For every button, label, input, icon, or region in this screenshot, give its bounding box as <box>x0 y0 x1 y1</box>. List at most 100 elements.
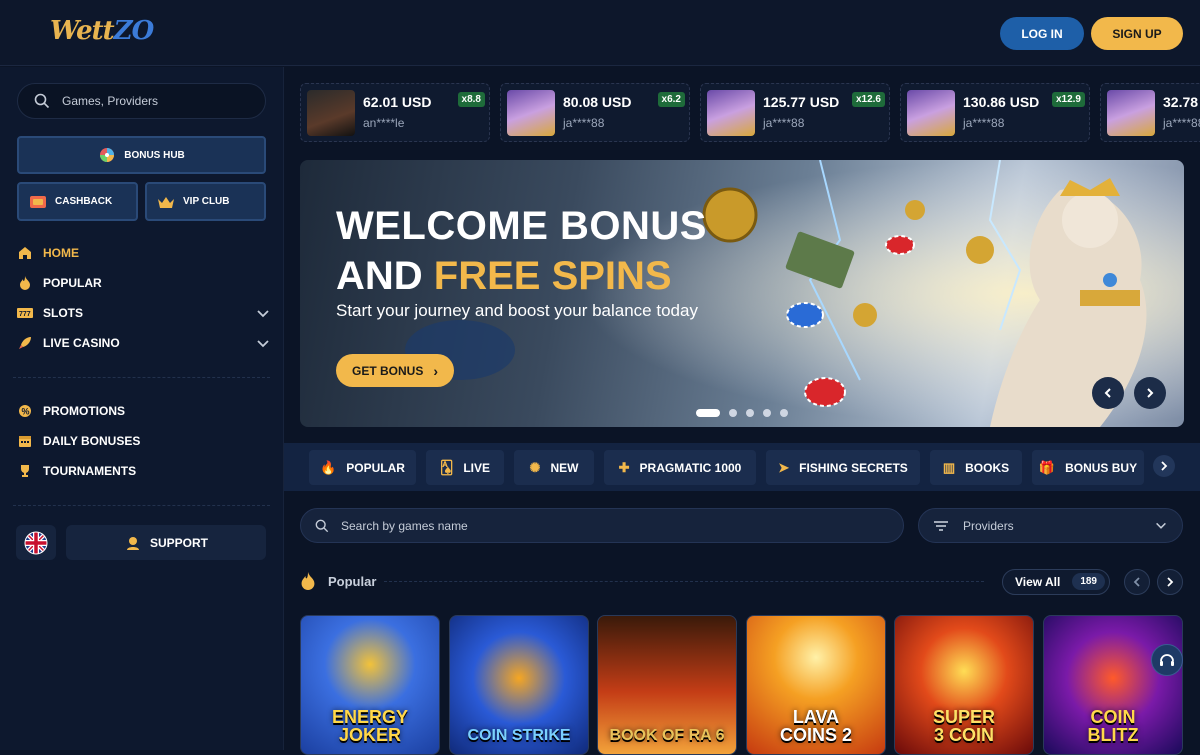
tab-bonus-buy[interactable]: 🎁 BONUS BUY <box>1032 450 1144 485</box>
hero-banner[interactable]: WELCOME BONUS AND FREE SPINS Start your … <box>300 160 1184 427</box>
win-card[interactable]: 125.77 USD ja****88 x12.6 <box>700 83 890 142</box>
win-card[interactable]: 130.86 USD ja****88 x12.9 <box>900 83 1090 142</box>
carousel-prev-button[interactable] <box>1092 377 1124 409</box>
sidebar-item-live-casino[interactable]: LIVE CASINO <box>17 332 120 354</box>
category-bar: 🔥 POPULAR 🂡 LIVE ✺ NEW ✚ PRAGMATIC 1000 ➤ FIS… <box>284 443 1200 491</box>
sidebar-divider <box>13 377 270 378</box>
carousel-dot[interactable] <box>780 409 788 417</box>
win-amount: 32.78 <box>1163 94 1199 110</box>
recent-wins-ticker: 62.01 USD an****le x8.8 80.08 USD ja****… <box>300 83 1200 143</box>
game-tile[interactable]: COIN BLITZ <box>1043 615 1183 755</box>
sidebar-item-home[interactable]: HOME <box>17 242 79 264</box>
slots-icon: 777 <box>17 305 33 321</box>
win-user: an****le <box>363 116 405 130</box>
game-tile[interactable]: LAVA COINS 2 <box>746 615 886 755</box>
sidebar-item-label: TOURNAMENTS <box>43 464 137 478</box>
tab-label: BONUS BUY <box>1065 460 1138 475</box>
cards-icon: 🂡 <box>440 459 454 475</box>
support-button[interactable]: SUPPORT <box>66 525 266 560</box>
win-user: ja****88 <box>963 116 1005 130</box>
search-icon <box>315 519 329 532</box>
sidebar-item-daily-bonuses[interactable]: DAILY BONUSES <box>17 430 140 452</box>
carousel-dot[interactable] <box>696 409 720 417</box>
game-thumbnail <box>1107 90 1155 136</box>
carousel-dot[interactable] <box>746 409 754 417</box>
win-multiplier: x6.2 <box>657 92 685 107</box>
filter-icon <box>934 520 948 531</box>
game-thumbnail <box>707 90 755 136</box>
chevron-down-icon[interactable] <box>255 306 271 322</box>
headset-icon <box>1160 654 1174 666</box>
cashback-label: CASHBACK <box>55 196 113 207</box>
bonus-hub-label: BONUS HUB <box>124 149 185 161</box>
top-bar: WettZO LOG IN SIGN UP <box>0 0 1200 66</box>
bonus-hub-button[interactable]: BONUS HUB <box>17 136 266 174</box>
support-agent-icon <box>124 534 142 552</box>
logo-main-text: Wett <box>50 16 115 46</box>
carousel-next-button[interactable] <box>1134 377 1166 409</box>
tab-live[interactable]: 🂡 LIVE <box>426 450 504 485</box>
crown-icon <box>157 193 175 211</box>
sidebar-item-tournaments[interactable]: TOURNAMENTS <box>17 460 136 482</box>
sidebar-item-slots[interactable]: 777 SLOTS <box>17 302 83 324</box>
tab-popular[interactable]: 🔥 POPULAR <box>309 450 416 485</box>
logo-accent-text: ZO <box>113 16 155 46</box>
win-user: ja****88 <box>1163 116 1200 130</box>
carousel-dot[interactable] <box>763 409 771 417</box>
sidebar-item-promotions[interactable]: % PROMOTIONS <box>17 400 125 422</box>
category-next-button[interactable] <box>1153 455 1175 477</box>
view-all-label: View All <box>1015 575 1061 589</box>
section-title-text: Popular <box>328 573 377 589</box>
win-card[interactable]: 32.78 ja****88 <box>1100 83 1200 142</box>
support-chat-button[interactable] <box>1151 644 1183 676</box>
tab-pragmatic-1000[interactable]: ✚ PRAGMATIC 1000 <box>604 450 756 485</box>
book-icon: ▥ <box>942 459 956 475</box>
logo[interactable]: WettZO <box>50 16 155 46</box>
view-all-button[interactable]: View All 189 <box>1002 569 1110 595</box>
game-search-input[interactable]: Search by games name <box>300 508 904 543</box>
get-bonus-button[interactable]: GET BONUS › <box>336 354 454 387</box>
sidebar-item-popular[interactable]: POPULAR <box>17 272 102 294</box>
hero-title-line1: WELCOME BONUS <box>336 204 707 248</box>
win-card[interactable]: 62.01 USD an****le x8.8 <box>300 83 490 142</box>
providers-dropdown[interactable]: Providers <box>918 508 1183 543</box>
tab-new[interactable]: ✺ NEW <box>514 450 594 485</box>
game-tile[interactable]: COIN STRIKE <box>449 615 589 755</box>
game-thumbnail <box>307 90 355 136</box>
sidebar-search-placeholder: Games, Providers <box>62 94 159 108</box>
game-tile-title: COIN STRIKE <box>467 727 571 744</box>
chevron-right-icon <box>1161 461 1168 471</box>
game-tile[interactable]: BOOK OF RA 6 <box>597 615 737 755</box>
carousel-dot[interactable] <box>729 409 737 417</box>
hero-subtitle: Start your journey and boost your balanc… <box>336 301 698 320</box>
signup-button[interactable]: SIGN UP <box>1091 17 1183 50</box>
sidebar: Games, Providers BONUS HUB CASHBACK VIP … <box>0 67 284 750</box>
sidebar-item-label: HOME <box>43 246 79 260</box>
flame-icon: 🔥 <box>320 459 337 475</box>
calendar-icon <box>17 433 33 449</box>
chevron-left-icon <box>1133 577 1140 587</box>
win-card[interactable]: 80.08 USD ja****88 x6.2 <box>500 83 690 142</box>
game-tile[interactable]: ENERGY JOKER <box>300 615 440 755</box>
providers-label: Providers <box>963 518 1014 533</box>
chevron-down-icon <box>1156 522 1166 529</box>
tab-books[interactable]: ▥ BOOKS <box>930 450 1022 485</box>
tab-fishing-secrets[interactable]: ➤ FISHING SECRETS <box>766 450 920 485</box>
login-button[interactable]: LOG IN <box>1000 17 1084 50</box>
tab-label: BOOKS <box>965 460 1010 475</box>
hero-title-line2-a: AND <box>336 254 434 298</box>
section-next-button[interactable] <box>1157 569 1183 595</box>
vip-club-button[interactable]: VIP CLUB <box>145 182 266 221</box>
section-prev-button[interactable] <box>1124 569 1150 595</box>
chevron-down-icon[interactable] <box>255 336 271 352</box>
game-tile[interactable]: SUPER 3 COIN <box>894 615 1034 755</box>
language-selector[interactable] <box>16 525 56 560</box>
hero-title-line2-b: FREE SPINS <box>433 254 672 298</box>
sidebar-item-label: SLOTS <box>43 306 84 320</box>
search-icon <box>34 93 50 109</box>
cashback-button[interactable]: CASHBACK <box>17 182 138 221</box>
sidebar-item-label: DAILY BONUSES <box>43 434 141 448</box>
section-divider <box>384 581 984 582</box>
sidebar-search-input[interactable]: Games, Providers <box>17 83 266 119</box>
win-amount: 80.08 USD <box>563 94 632 110</box>
